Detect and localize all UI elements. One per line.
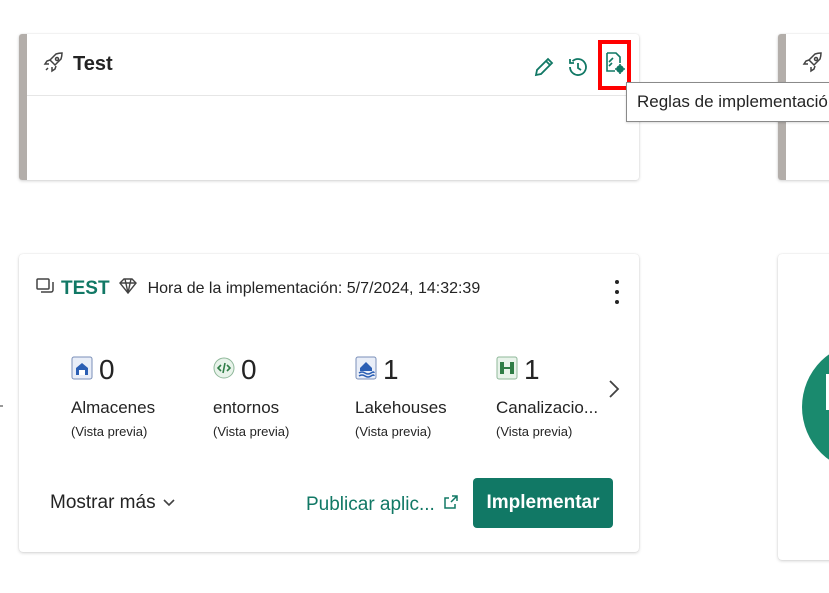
metric-label: Lakehouses xyxy=(355,398,447,417)
deployment-history-button[interactable] xyxy=(564,53,592,85)
workspace-icon xyxy=(35,276,55,301)
deployment-rules-tooltip: Reglas de implementación xyxy=(626,82,829,122)
metric-row: 0 xyxy=(213,354,343,386)
chevron-down-icon xyxy=(162,492,176,514)
pencil-icon xyxy=(532,55,556,84)
metric-row: 1 xyxy=(355,354,485,386)
metric-count: 0 xyxy=(99,354,115,385)
rocket-icon xyxy=(802,51,824,78)
history-icon xyxy=(566,55,590,84)
metric-sub: (Vista previa) xyxy=(355,424,432,439)
metric-count: 0 xyxy=(241,354,257,385)
metric-sub: (Vista previa) xyxy=(71,424,148,439)
next-deployment-card xyxy=(778,254,829,560)
connector-tick xyxy=(0,405,3,407)
stage-card: Test xyxy=(19,34,639,180)
deployment-pipeline-canvas: Test Reglas de implementación TEST Hora … xyxy=(0,0,829,593)
metric-label: Almacenes xyxy=(71,398,156,417)
premium-diamond-icon xyxy=(118,277,138,300)
open-external-icon xyxy=(443,494,459,516)
stage-accent-bar xyxy=(19,34,27,180)
publish-app-link[interactable]: Publicar aplic... xyxy=(306,494,459,516)
rocket-icon xyxy=(43,51,65,78)
metric-sub: (Vista previa) xyxy=(213,424,290,439)
deployment-rules-icon xyxy=(603,50,627,81)
lakehouse-icon xyxy=(355,356,377,385)
environment-icon xyxy=(213,357,235,384)
metric-row: 0 xyxy=(71,354,201,386)
publish-app-label: Publicar aplic... xyxy=(306,494,435,515)
dot xyxy=(615,300,619,304)
stage-title: Test xyxy=(73,53,113,75)
show-more-button[interactable]: Mostrar más xyxy=(50,492,176,514)
show-more-label: Mostrar más xyxy=(50,492,156,513)
warehouse-icon xyxy=(71,356,93,385)
metric-environments[interactable]: 0 entornos (Vista previa) xyxy=(213,354,343,439)
pipeline-icon xyxy=(496,356,518,385)
deploy-button[interactable]: Implementar xyxy=(473,478,613,528)
next-stage-avatar xyxy=(802,342,829,472)
stage-actions xyxy=(530,40,631,90)
edit-stage-button[interactable] xyxy=(530,53,558,85)
metric-sub: (Vista previa) xyxy=(496,424,573,439)
deployment-header: TEST Hora de la implementación: 5/7/2024… xyxy=(35,276,480,301)
deployment-time: Hora de la implementación: 5/7/2024, 14:… xyxy=(147,279,481,297)
dot xyxy=(615,290,619,294)
metric-count: 1 xyxy=(383,354,399,385)
metric-warehouses[interactable]: 0 Almacenes (Vista previa) xyxy=(71,354,201,439)
metric-label: entornos xyxy=(213,398,280,417)
more-options-button[interactable] xyxy=(609,280,625,304)
deployment-card: TEST Hora de la implementación: 5/7/2024… xyxy=(19,254,639,552)
deployment-workspace-name[interactable]: TEST xyxy=(61,278,110,300)
metric-count: 1 xyxy=(524,354,540,385)
chevron-right-icon[interactable] xyxy=(607,378,621,405)
dot xyxy=(615,280,619,284)
metric-lakehouses[interactable]: 1 Lakehouses (Vista previa) xyxy=(355,354,485,439)
item-metrics: 0 Almacenes (Vista previa) 0 entornos (V… xyxy=(71,354,611,454)
